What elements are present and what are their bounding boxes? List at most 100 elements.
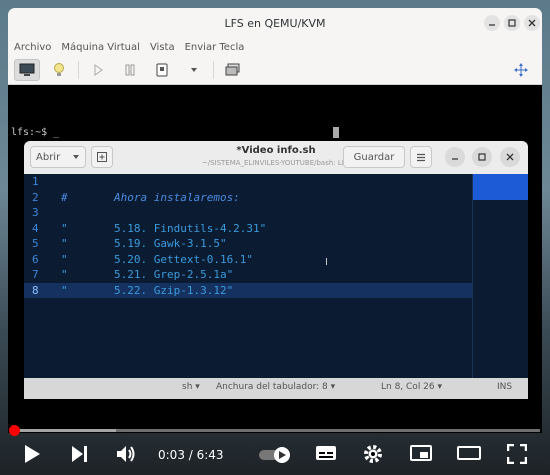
progress-buffered <box>10 429 116 432</box>
close-icon <box>528 19 536 27</box>
shell-prompt: lfs:~$ _ <box>11 127 60 138</box>
hamburger-menu-button[interactable] <box>410 146 432 168</box>
line-number: 3 <box>32 206 39 219</box>
shutdown-button[interactable] <box>149 59 175 81</box>
monitor-icon <box>19 63 35 76</box>
maximize-icon <box>478 153 486 161</box>
maximize-button[interactable] <box>504 15 520 31</box>
pause-button[interactable] <box>117 59 143 81</box>
code-line: 4 " 5.18. Findutils-4.2.31" <box>24 221 472 237</box>
insert-mode[interactable]: INS <box>497 382 512 392</box>
gear-icon <box>364 445 382 463</box>
play-icon <box>94 64 103 76</box>
line-number: 6 <box>32 252 39 266</box>
theater-icon <box>457 446 481 460</box>
language-selector[interactable]: sh ▾ <box>182 382 200 392</box>
play-icon <box>25 445 40 463</box>
line-text: " 5.22. Gzip-1.3.12" <box>61 283 234 297</box>
tab-width-label: Anchura del tabulador: 8 <box>216 382 328 392</box>
line-number: 5 <box>32 237 39 250</box>
menu-enviar-tecla[interactable]: Enviar Tecla <box>185 42 245 53</box>
line-number: 2 <box>32 190 39 204</box>
autoplay-icon <box>259 447 290 463</box>
miniplayer-icon <box>410 445 432 461</box>
document-overview-map[interactable] <box>472 174 528 378</box>
qemu-toolbar <box>8 56 542 85</box>
line-number: 7 <box>32 268 39 281</box>
line-number: 4 <box>32 221 39 235</box>
mouse-cursor <box>333 127 339 138</box>
close-icon <box>506 153 514 161</box>
hamburger-icon <box>417 153 425 161</box>
move-icon <box>514 63 528 77</box>
mute-button[interactable] <box>116 444 138 468</box>
gedit-headerbar: Abrir *Video info.sh ~/SISTEMA_ELINVILES… <box>24 141 528 174</box>
autoplay-toggle[interactable] <box>258 446 294 468</box>
next-icon <box>72 446 87 462</box>
code-line: 7 " 5.21. Grep-2.5.1a" <box>24 267 472 283</box>
qemu-title: LFS en QEMU/KVM <box>224 16 326 30</box>
show-console-button[interactable] <box>14 59 40 81</box>
line-text: # Ahora instalaremos: <box>61 190 240 204</box>
next-button[interactable] <box>70 444 90 468</box>
theater-mode-button[interactable] <box>457 444 481 466</box>
code-line: 1 <box>24 174 472 190</box>
subtitles-icon <box>316 446 336 460</box>
fullscreen-icon <box>506 443 528 465</box>
line-text: " 5.21. Grep-2.5.1a" <box>61 268 234 281</box>
menu-archivo[interactable]: Archivo <box>14 42 51 53</box>
power-icon <box>156 63 168 77</box>
code-line: 5 " 5.19. Gawk-3.1.5" <box>24 236 472 252</box>
fullscreen-button[interactable] <box>508 59 534 81</box>
toolbar-separator <box>78 61 79 79</box>
cursor-position[interactable]: Ln 8, Col 26 ▾ <box>381 382 442 392</box>
play-button[interactable] <box>22 444 42 468</box>
bulb-icon <box>54 63 64 76</box>
menu-vista[interactable]: Vista <box>150 42 175 53</box>
run-button[interactable] <box>85 59 111 81</box>
line-number: 1 <box>32 175 39 188</box>
maximize-icon <box>508 19 516 27</box>
toolbar-separator <box>213 61 214 79</box>
gedit-window: Abrir *Video info.sh ~/SISTEMA_ELINVILES… <box>24 141 528 399</box>
subtitles-button[interactable] <box>315 444 337 466</box>
save-button[interactable]: Guardar <box>343 146 405 168</box>
line-text: " 5.18. Findutils-4.2.31" <box>61 221 267 235</box>
code-line: 3 <box>24 205 472 221</box>
minimize-icon <box>452 158 458 160</box>
menu-maquina-virtual[interactable]: Máquina Virtual <box>61 42 140 53</box>
chevron-down-icon <box>191 68 197 72</box>
tab-width-selector[interactable]: Anchura del tabulador: 8 ▾ <box>216 382 335 392</box>
qemu-menubar: Archivo Máquina Virtual Vista Enviar Tec… <box>8 38 542 56</box>
gedit-close-button[interactable] <box>500 147 520 167</box>
text-editor[interactable]: 1 2 # Ahora instalaremos: 3 4 " 5.18. Fi… <box>24 174 472 378</box>
fullscreen-button[interactable] <box>506 443 528 468</box>
screenshot-icon <box>225 63 240 76</box>
settings-button[interactable] <box>363 444 383 468</box>
overview-map-viewport[interactable] <box>473 174 528 200</box>
close-button[interactable] <box>524 15 540 31</box>
minimize-icon <box>489 24 495 26</box>
language-label: sh <box>182 382 193 392</box>
shutdown-menu-button[interactable] <box>181 59 207 81</box>
gedit-minimize-button[interactable] <box>445 147 465 167</box>
line-text: " 5.20. Gettext-0.16.1" <box>61 252 254 266</box>
cursor-position-label: Ln 8, Col 26 <box>381 382 435 392</box>
gedit-statusbar: sh ▾ Anchura del tabulador: 8 ▾ Ln 8, Co… <box>24 378 528 399</box>
miniplayer-button[interactable] <box>410 444 432 466</box>
player-controls: 0:03 / 6:43 <box>0 436 550 475</box>
text-cursor-icon: I <box>325 257 328 268</box>
snapshots-button[interactable] <box>220 59 246 81</box>
show-details-button[interactable] <box>46 59 72 81</box>
line-number: 8 <box>32 283 39 297</box>
volume-icon <box>117 446 135 462</box>
pause-icon <box>125 64 135 76</box>
progress-scrubber[interactable] <box>8 425 20 436</box>
code-line: 6 " 5.20. Gettext-0.16.1" <box>24 252 472 268</box>
current-code-line: 8 " 5.22. Gzip-1.3.12" <box>24 282 472 298</box>
time-display: 0:03 / 6:43 <box>158 448 224 462</box>
code-line: 2 # Ahora instalaremos: <box>24 190 472 206</box>
gedit-maximize-button[interactable] <box>472 147 492 167</box>
qemu-titlebar: LFS en QEMU/KVM <box>8 8 542 38</box>
minimize-button[interactable] <box>484 15 500 31</box>
